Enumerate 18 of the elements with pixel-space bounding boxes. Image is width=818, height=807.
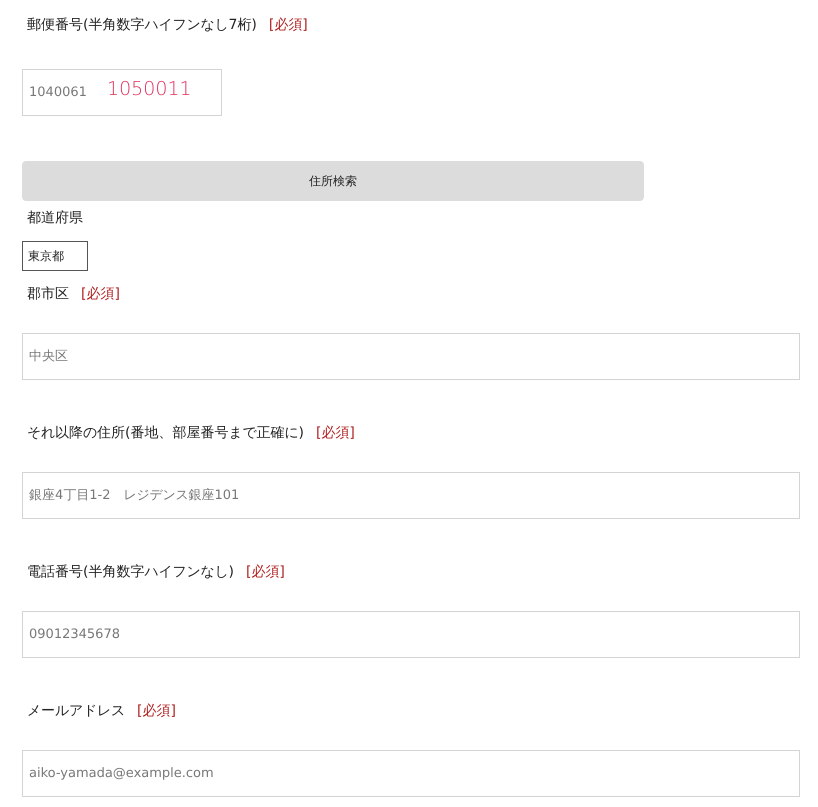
field-label: 郵便番号(半角数字ハイフンなし7桁)	[27, 16, 257, 34]
input-field[interactable]: 中央区	[22, 333, 800, 380]
handwritten-note: 1050011	[107, 78, 192, 100]
field-label: それ以降の住所(番地、部屋番号まで正確に)	[27, 424, 304, 442]
required-tag: [必須]	[268, 16, 308, 34]
prefecture-select[interactable]: 東京都	[22, 241, 88, 271]
required-tag: [必須]	[81, 285, 120, 303]
input-field[interactable]: aiko-yamada@example.com	[22, 750, 800, 797]
required-tag: [必須]	[246, 563, 285, 581]
required-tag: [必須]	[316, 424, 355, 442]
field-label: 電話番号(半角数字ハイフンなし)	[27, 563, 234, 581]
address-search-button[interactable]: 住所検索	[22, 161, 644, 201]
field-label: 郡市区	[27, 285, 69, 303]
field-label: 都道府県	[27, 209, 83, 227]
required-tag: [必須]	[137, 702, 176, 720]
field-label: メールアドレス	[27, 702, 125, 720]
input-field[interactable]: 銀座4丁目1-2 レジデンス銀座101	[22, 472, 800, 519]
input-field[interactable]: 09012345678	[22, 611, 800, 658]
